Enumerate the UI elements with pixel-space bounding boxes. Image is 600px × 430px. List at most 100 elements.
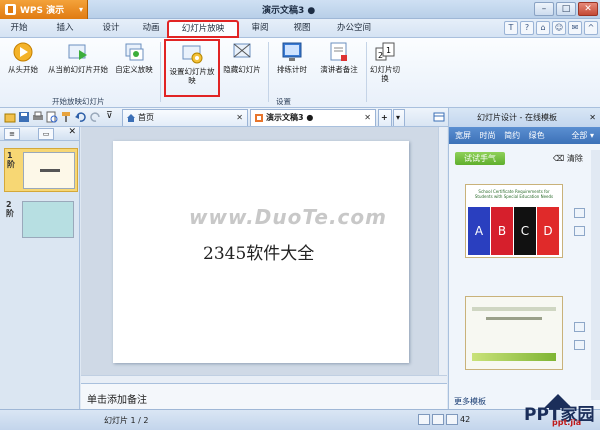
help-icon[interactable]: ? [520,21,534,35]
tab-slideshow[interactable]: 幻灯片放映 [167,20,239,38]
speaker-notes-icon [328,41,350,63]
setup-slideshow-button[interactable]: 设置幻灯片放映 [164,39,220,97]
undo-icon[interactable] [74,111,86,123]
watermark-text: www.DuoTe.com [189,205,387,229]
horizontal-scrollbar[interactable] [81,375,447,383]
close-tab-icon[interactable]: ✕ [364,110,371,126]
pane-toggle-icon[interactable] [433,111,445,123]
play-from-current-label: 从当前幻灯片开始 [48,65,108,74]
template-thumbnail-2[interactable] [465,296,563,370]
rehearse-timer-icon [281,41,303,63]
slide-sorter-view-icon[interactable] [432,414,444,425]
close-button[interactable]: ✕ [578,2,598,16]
filter-all-dropdown[interactable]: 全部 ▾ [565,127,594,144]
tab-home[interactable]: 首页 ✕ [122,109,248,126]
try-luck-button[interactable]: 试试手气 [455,152,505,165]
title-bar: WPS 演示 ▾ 演示文稿3 ● – □ ✕ [0,0,600,19]
slide-text-box[interactable]: 2345软件大全 [203,239,314,264]
filter-green[interactable]: 绿色 [529,131,545,140]
home-icon[interactable]: ⌂ [536,21,550,35]
presentation-file-icon [255,114,263,122]
slide-number: 1阶 [7,151,15,169]
template-letter-b: B [491,207,513,255]
tab-animation[interactable]: 动画 [136,21,166,37]
custom-show-label: 自定义放映 [115,65,153,74]
tab-list-dropdown[interactable]: ▾ [393,109,405,126]
tab-start[interactable]: 开始 [4,21,34,37]
template-thumbnail-1[interactable]: School Certificate Requirements for Stud… [465,184,563,258]
play-from-start-button[interactable]: 从头开始 [6,41,40,74]
outline-tab[interactable]: ≡ [4,128,20,140]
save-icon[interactable] [18,111,30,123]
task-pane-scrollbar[interactable] [591,150,600,400]
minimize-button[interactable]: – [534,2,554,16]
settings-slideshow-icon [181,43,203,65]
slides-panel-header: ≡ ▭ ✕ [0,127,79,141]
slide-number: 2阶 [6,200,14,218]
speaker-notes-label: 演讲者备注 [320,65,358,74]
tab-office-space[interactable]: 办公空间 [334,21,374,37]
maximize-button[interactable]: □ [556,2,576,16]
custom-show-icon [123,41,145,63]
template-options-icon[interactable] [574,340,585,350]
tab-view[interactable]: 视图 [290,21,314,37]
tab-design[interactable]: 设计 [96,21,126,37]
slides-tab[interactable]: ▭ [38,128,54,140]
filter-simple[interactable]: 简约 [504,131,520,140]
normal-view-icon[interactable] [418,414,430,425]
speaker-notes-button[interactable]: 演讲者备注 [314,41,364,74]
zoom-level[interactable]: 42 [460,415,470,424]
slideshow-view-icon[interactable] [446,414,458,425]
app-menu-button[interactable]: WPS 演示 ▾ [0,0,88,19]
format-painter-icon[interactable] [60,111,72,123]
slide-counter: 幻灯片 1 / 2 [104,416,149,425]
rehearse-timing-label: 排练计时 [277,65,307,74]
task-pane-title: 幻灯片设计 - 在线模板 [477,113,557,122]
ribbon-separator [160,42,161,102]
slide-thumbnail-2[interactable]: 2阶 [4,198,78,242]
template-letter-c: C [514,207,536,255]
close-tab-icon[interactable]: ✕ [236,110,243,126]
slide-thumbnail-1[interactable]: 1阶 [4,148,78,192]
mail-icon[interactable]: ✉ [568,21,582,35]
new-tab-button[interactable]: + [378,109,392,126]
svg-text:1: 1 [386,46,391,55]
custom-show-button[interactable]: 自定义放映 [112,41,156,74]
slide-transition-icon: 12 [374,41,396,63]
rehearse-timing-button[interactable]: 排练计时 [272,41,312,74]
print-preview-icon[interactable] [46,111,58,123]
notes-pane[interactable]: 单击添加备注 [81,383,447,409]
print-icon[interactable] [32,111,44,123]
tab-document[interactable]: 演示文稿3 ● ✕ [250,109,376,126]
slide-transition-button[interactable]: 12 幻灯片切换 [370,41,400,83]
setup-slideshow-label: 设置幻灯片放映 [169,67,215,85]
close-panel-icon[interactable]: ✕ [68,127,76,137]
task-pane-header: 幻灯片设计 - 在线模板 ✕ [449,108,600,127]
brand-sub: ppt.jia [552,418,582,427]
apply-template-icon[interactable] [574,322,585,332]
template-options-icon[interactable] [574,226,585,236]
shirt-skin-icon[interactable]: T [504,21,518,35]
template-letter-a: A [468,207,490,255]
feedback-icon[interactable]: ☺ [552,21,566,35]
open-folder-icon[interactable] [4,111,16,123]
current-slide[interactable]: www.DuoTe.com 2345软件大全 [113,141,409,363]
vertical-scrollbar[interactable] [438,127,447,375]
hide-slide-label: 隐藏幻灯片 [223,65,261,74]
toolbar-dropdown-icon[interactable]: ⊽ [106,111,118,123]
apply-template-icon[interactable] [574,208,585,218]
filter-widescreen[interactable]: 宽屏 [455,131,471,140]
tab-insert[interactable]: 插入 [50,21,80,37]
hide-slide-button[interactable]: 隐藏幻灯片 [220,41,264,74]
ribbon-toggle-icon[interactable]: ^ [584,21,598,35]
filter-fashion[interactable]: 时尚 [480,131,496,140]
redo-icon[interactable] [90,111,102,123]
more-templates-link[interactable]: 更多模板 [454,396,486,407]
slide-editing-canvas[interactable]: www.DuoTe.com 2345软件大全 [81,127,447,375]
slide-transition-label: 幻灯片切换 [370,65,400,83]
play-from-current-button[interactable]: 从当前幻灯片开始 [48,41,108,74]
close-pane-icon[interactable]: ✕ [589,108,596,127]
tab-review[interactable]: 审阅 [248,21,272,37]
clear-button[interactable]: ⌫ 清除 [553,153,583,164]
hide-slide-icon [231,41,253,63]
